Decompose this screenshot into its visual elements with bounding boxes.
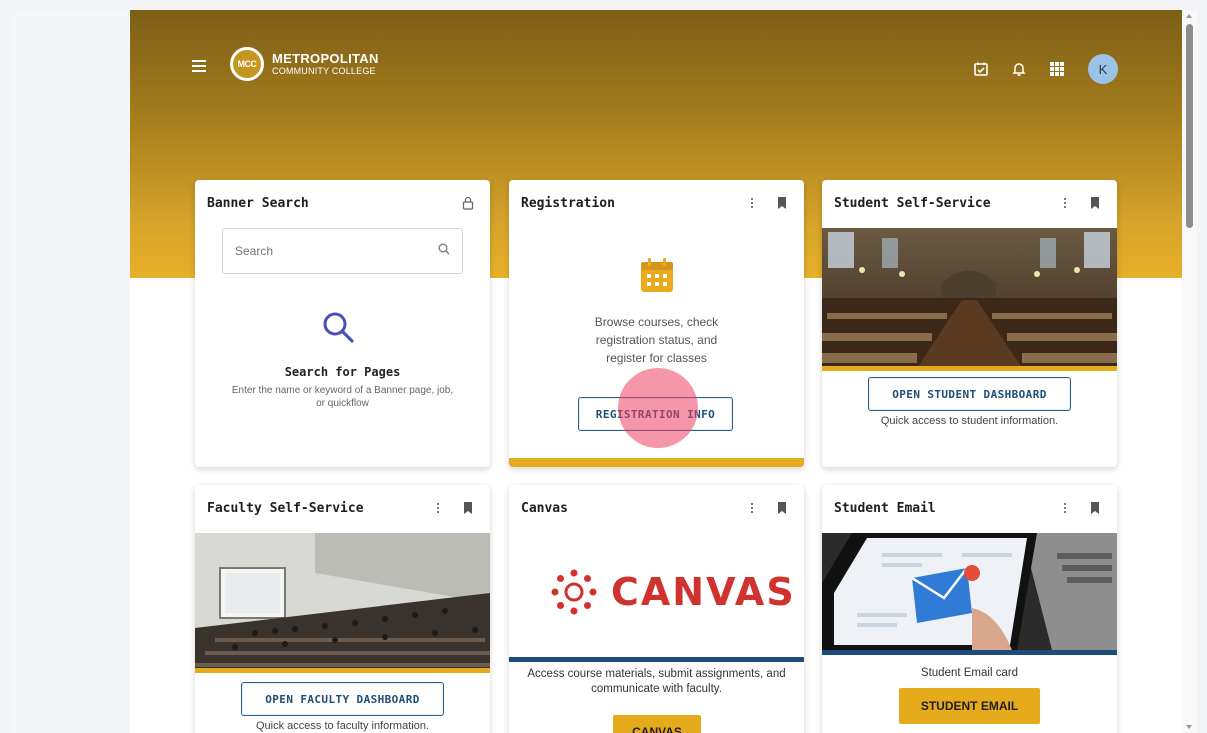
canvas-button[interactable]: CANVAS — [613, 715, 701, 733]
banner-search-card: Banner Search Search for Pages Enter the… — [195, 180, 490, 467]
card-bottom-accent — [509, 458, 804, 467]
registration-info-button[interactable]: REGISTRATION INFO — [578, 397, 733, 431]
more-options-icon[interactable] — [742, 498, 762, 518]
user-avatar[interactable]: K — [1088, 54, 1118, 84]
vertical-scrollbar[interactable] — [1182, 10, 1197, 733]
calendar-check-icon[interactable] — [972, 60, 990, 78]
banner-search-input[interactable] — [235, 244, 438, 258]
calendar-icon — [640, 257, 674, 298]
lecture-hall-image — [195, 533, 490, 670]
student-email-card: Student Email Student Email card STUDENT… — [822, 485, 1117, 733]
scroll-down-arrow-icon[interactable] — [1186, 725, 1192, 729]
logo-abbrev: MCC — [237, 59, 258, 69]
canvas-logo: CANVAS — [549, 567, 796, 617]
large-search-icon — [321, 310, 355, 349]
card-header: Banner Search — [195, 180, 490, 226]
bookmark-icon[interactable] — [1085, 498, 1105, 518]
image-accent — [822, 366, 1117, 371]
card-header: Canvas — [509, 485, 804, 531]
card-header: Faculty Self-Service — [195, 485, 490, 531]
scroll-up-arrow-icon[interactable] — [1186, 14, 1192, 18]
open-faculty-dashboard-button[interactable]: OPEN FACULTY DASHBOARD — [241, 682, 444, 716]
notification-bell-icon[interactable] — [1010, 60, 1028, 78]
college-name-line1: METROPOLITAN — [272, 51, 379, 66]
bookmark-icon[interactable] — [458, 498, 478, 518]
apps-grid-icon[interactable] — [1048, 60, 1066, 78]
canvas-description: Access course materials, submit assignme… — [527, 668, 786, 695]
card-title: Registration — [521, 195, 615, 211]
search-for-pages-heading: Search for Pages — [284, 365, 401, 379]
registration-card: Registration Browse courses, check regis… — [509, 180, 804, 467]
more-options-icon[interactable] — [428, 498, 448, 518]
more-options-icon[interactable] — [1055, 498, 1075, 518]
left-blank-pane — [10, 10, 130, 733]
faculty-dashboard-caption: Quick access to faculty information. — [255, 720, 429, 732]
card-header: Student Email — [822, 485, 1117, 531]
bookmark-icon[interactable] — [772, 498, 792, 518]
card-title: Banner Search — [207, 195, 309, 211]
card-header: Student Self-Service — [822, 180, 1117, 226]
scrollbar-thumb[interactable] — [1186, 24, 1193, 228]
top-right-actions: K — [972, 54, 1118, 84]
image-accent — [195, 668, 490, 673]
card-header: Registration — [509, 180, 804, 226]
library-image — [822, 228, 1117, 368]
canvas-logo-text: CANVAS — [611, 570, 796, 614]
blue-divider — [822, 650, 1117, 655]
faculty-self-service-card: Faculty Self-Service OPEN FACULTY DASHBO… — [195, 485, 490, 733]
canvas-card: Canvas CANVAS Access course materials, s… — [509, 485, 804, 733]
college-name-line2: COMMUNITY COLLEGE — [272, 66, 376, 76]
open-student-dashboard-button[interactable]: OPEN STUDENT DASHBOARD — [868, 377, 1071, 411]
card-title: Student Email — [834, 500, 936, 516]
student-dashboard-caption: Quick access to student information. — [880, 415, 1059, 427]
card-title: Faculty Self-Service — [207, 500, 364, 516]
lock-icon — [458, 193, 478, 213]
top-navigation-bar: MCC METROPOLITAN COMMUNITY COLLEGE K — [130, 10, 1182, 84]
card-title: Canvas — [521, 500, 568, 516]
student-email-button[interactable]: STUDENT EMAIL — [899, 688, 1040, 724]
more-options-icon[interactable] — [1055, 193, 1075, 213]
hamburger-menu-icon[interactable] — [192, 60, 206, 72]
banner-search-input-wrapper — [222, 228, 463, 274]
canvas-logo-icon — [551, 569, 597, 615]
more-options-icon[interactable] — [742, 193, 762, 213]
bookmark-icon[interactable] — [772, 193, 792, 213]
search-description: Enter the name or keyword of a Banner pa… — [231, 385, 454, 409]
blue-divider — [509, 657, 804, 662]
email-tablet-image — [822, 533, 1117, 650]
student-self-service-card: Student Self-Service OPEN STUDENT DASHBO… — [822, 180, 1117, 467]
registration-description: Browse courses, check registration statu… — [594, 315, 719, 365]
student-email-caption: Student Email card — [920, 667, 1019, 679]
card-title: Student Self-Service — [834, 195, 991, 211]
logo-emblem: MCC — [230, 47, 264, 81]
bookmark-icon[interactable] — [1085, 193, 1105, 213]
logo-text: METROPOLITAN COMMUNITY COLLEGE — [272, 52, 379, 76]
search-icon[interactable] — [438, 242, 450, 260]
main-content: MCC METROPOLITAN COMMUNITY COLLEGE K Ban… — [130, 10, 1182, 733]
college-logo[interactable]: MCC METROPOLITAN COMMUNITY COLLEGE — [230, 47, 379, 81]
